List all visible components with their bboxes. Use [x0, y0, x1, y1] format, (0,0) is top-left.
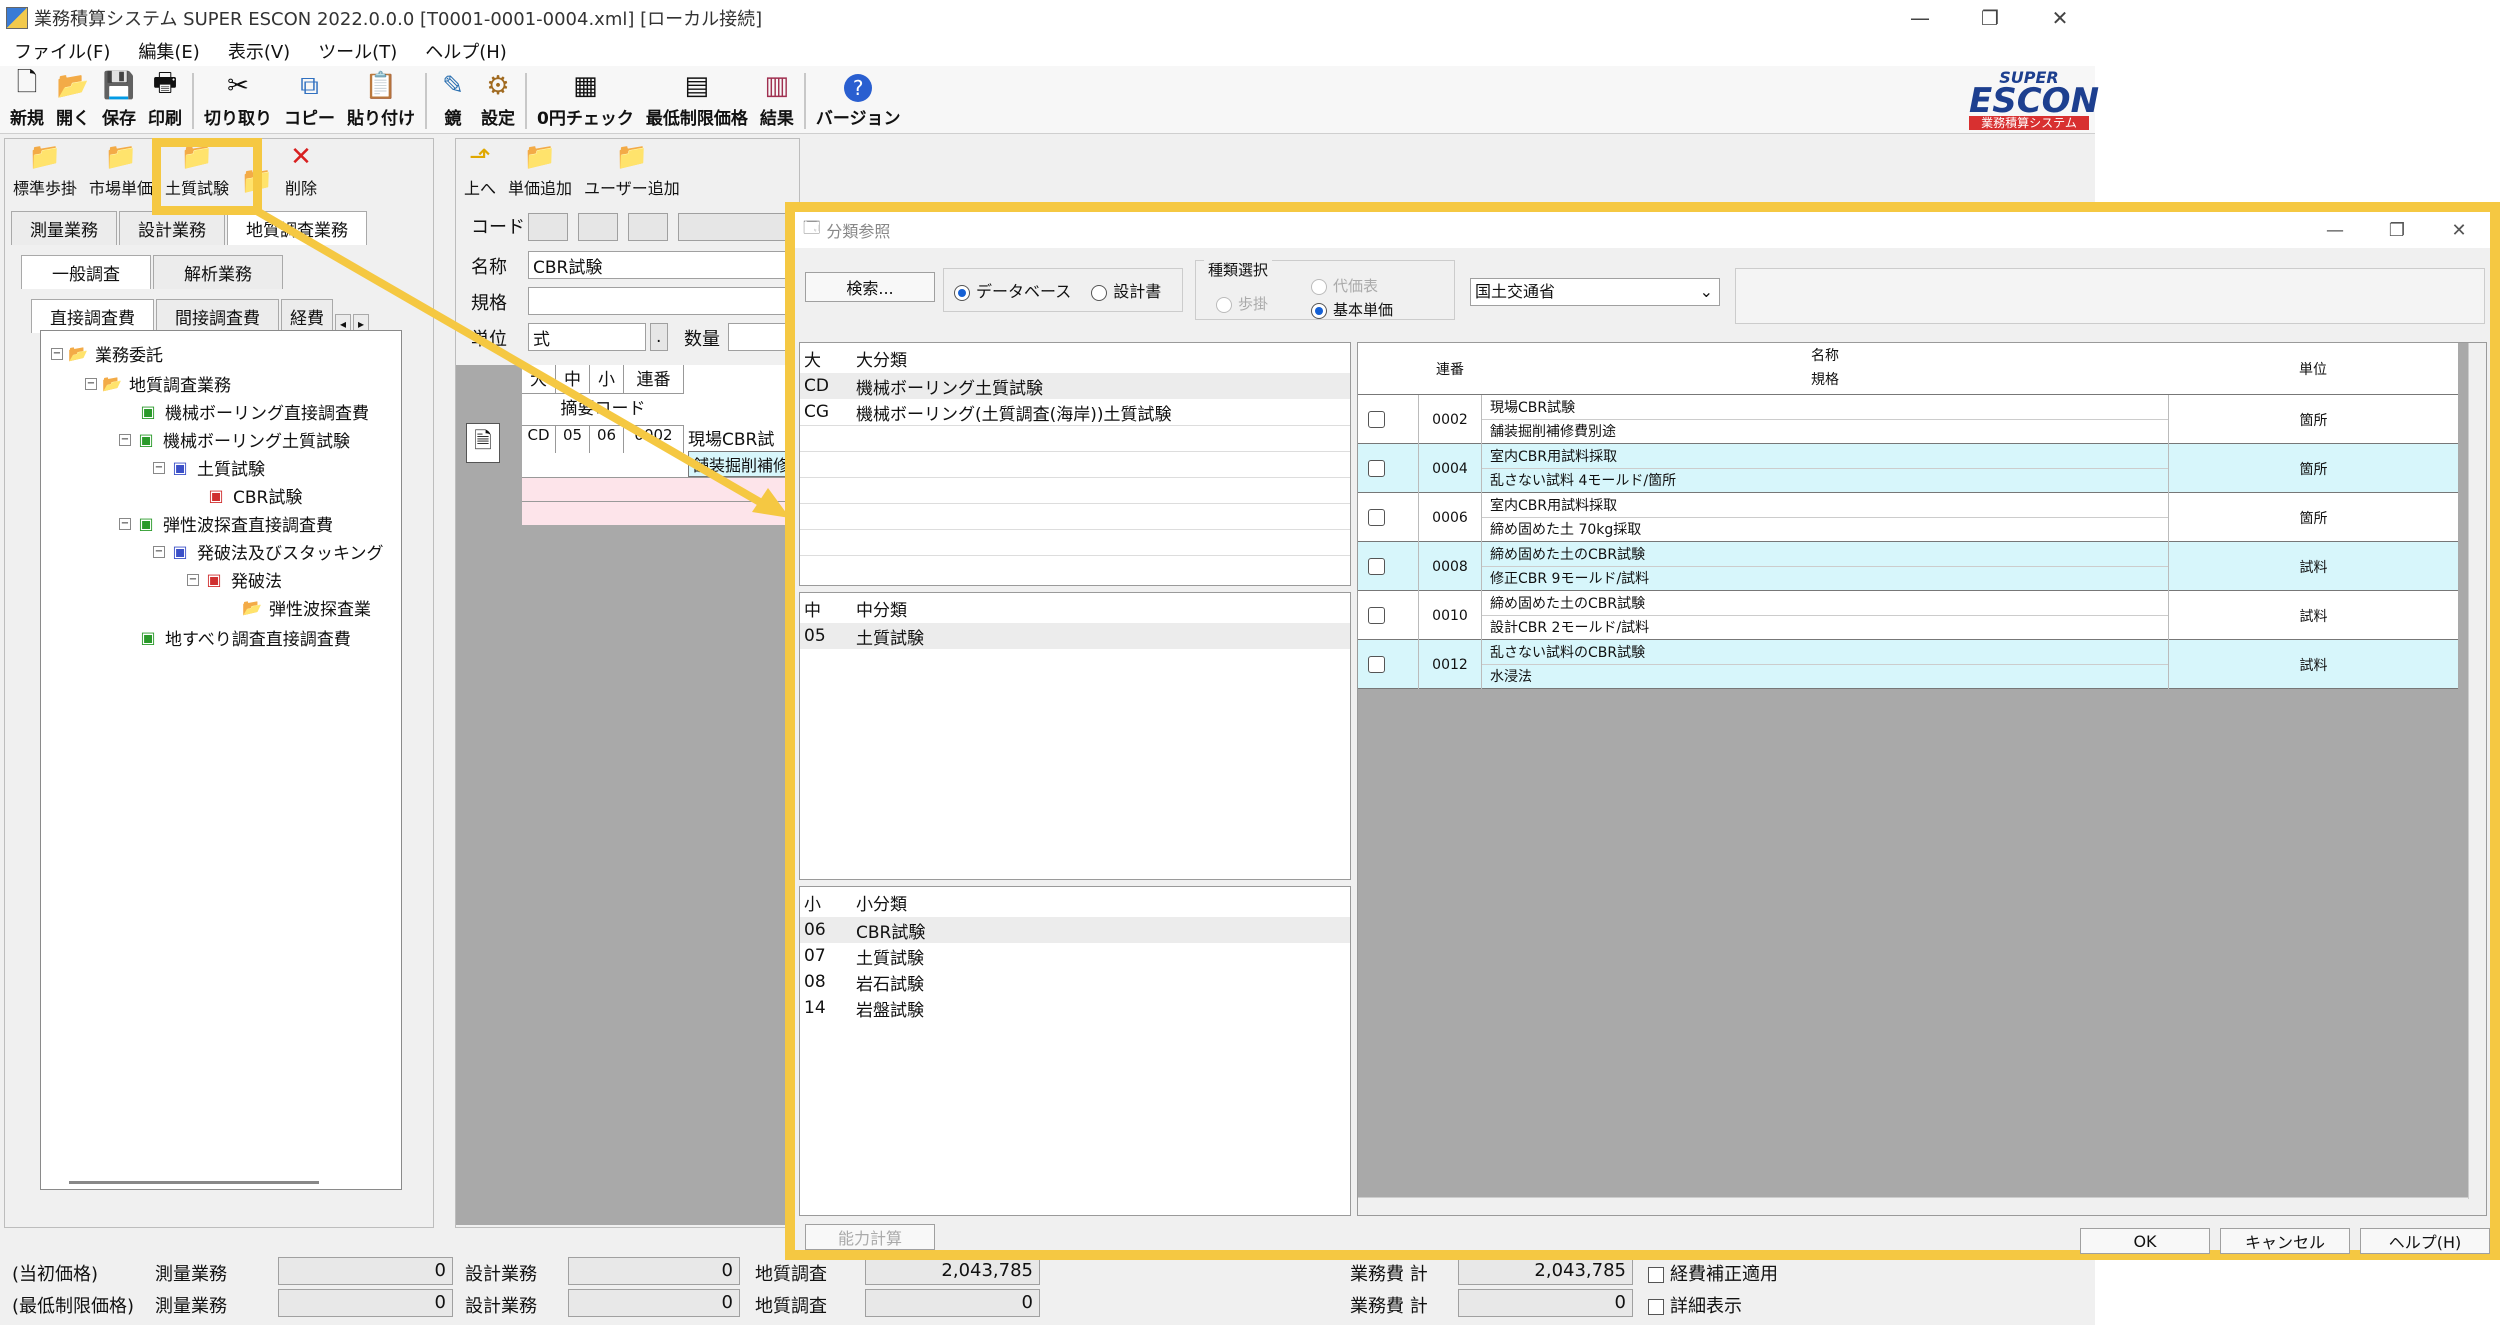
minor-category-list: 小小分類 06 CBR試験 07 土質試験 08 岩石試験 14 岩盤試験 [799, 886, 1351, 1216]
major-category-list: 大大分類 CD 機械ボーリング土質試験 CG 機械ボーリング(土質調査(海岸))土質… [799, 342, 1351, 586]
list-item[interactable]: 14 岩盤試験 [800, 995, 1350, 1021]
table-row[interactable]: 0012 乱さない試料のCBR試験 水浸法 試料 [1358, 640, 2458, 689]
middle-category-list: 中中分類 05 土質試験 [799, 592, 1351, 880]
table-row[interactable]: 0006 室内CBR用試料採取 締め固めた土 70kg採取 箇所 [1358, 493, 2458, 542]
dialog-title-bar: 🗔 分類参照 — ❐ ✕ [795, 212, 2490, 248]
dialog-minimize-button[interactable]: — [2304, 212, 2366, 248]
category-reference-dialog: 🗔 分類参照 — ❐ ✕ 検索... データベース 設計書 種類選択 歩掛 代価… [785, 202, 2500, 1260]
list-header: 中中分類 [804, 600, 907, 621]
dialog-icon: 🗔 [803, 217, 821, 237]
row-checkbox[interactable] [1368, 607, 1385, 624]
item-grid-header: 連番 名称 規格 単位 [1358, 343, 2458, 395]
list-item[interactable]: CD 機械ボーリング土質試験 [800, 373, 1350, 399]
radio-database[interactable]: データベース [954, 278, 1071, 302]
list-item[interactable]: 05 土質試験 [800, 623, 1350, 649]
dialog-close-button[interactable]: ✕ [2428, 212, 2490, 248]
row-checkbox[interactable] [1368, 656, 1385, 673]
radio-kihon[interactable]: 基本単価 [1311, 299, 1393, 320]
list-item[interactable]: 08 岩石試験 [800, 969, 1350, 995]
agency-select[interactable]: 国土交通省 ⌄ [1470, 278, 1720, 306]
row-checkbox[interactable] [1368, 460, 1385, 477]
dialog-maximize-button[interactable]: ❐ [2366, 212, 2428, 248]
capacity-calc-button[interactable]: 能力計算 [805, 1224, 935, 1250]
radio-ayagake[interactable]: 歩掛 [1216, 293, 1268, 314]
ok-button[interactable]: OK [2080, 1228, 2210, 1254]
info-panel [1735, 268, 2485, 324]
item-grid: 連番 名称 規格 単位 0002 現場CBR試験 舗装掘削補修費別途 箇所 00… [1357, 342, 2487, 1216]
help-button[interactable]: ヘルプ(H) [2360, 1228, 2490, 1254]
dialog-title: 分類参照 [826, 222, 891, 241]
chevron-down-icon: ⌄ [1699, 282, 1713, 301]
cancel-button[interactable]: キャンセル [2220, 1228, 2350, 1254]
list-item[interactable]: 06 CBR試験 [800, 917, 1350, 943]
table-row[interactable]: 0008 締め固めた土のCBR試験 修正CBR 9モールド/試料 試料 [1358, 542, 2458, 591]
row-checkbox[interactable] [1368, 558, 1385, 575]
table-row[interactable]: 0010 締め固めた土のCBR試験 設計CBR 2モールド/試料 試料 [1358, 591, 2458, 640]
list-header: 大大分類 [804, 350, 907, 371]
table-row[interactable]: 0002 現場CBR試験 舗装掘削補修費別途 箇所 [1358, 395, 2458, 444]
table-row[interactable]: 0004 室内CBR用試料採取 乱さない試料 4モールド/箇所 箇所 [1358, 444, 2458, 493]
row-checkbox[interactable] [1368, 411, 1385, 428]
radio-daihyo[interactable]: 代価表 [1311, 275, 1378, 296]
source-radio-group: データベース 設計書 [943, 268, 1183, 312]
kind-select-group: 種類選択 歩掛 代価表 基本単価 [1195, 259, 1455, 320]
list-item[interactable]: CG 機械ボーリング(土質調査(海岸))土質試験 [800, 399, 1350, 425]
search-button[interactable]: 検索... [805, 272, 935, 302]
horizontal-scrollbar[interactable] [1358, 1197, 2486, 1215]
list-header: 小小分類 [804, 894, 907, 915]
vertical-scrollbar[interactable] [2468, 343, 2486, 1199]
list-item[interactable]: 07 土質試験 [800, 943, 1350, 969]
row-checkbox[interactable] [1368, 509, 1385, 526]
radio-design-doc[interactable]: 設計書 [1091, 278, 1161, 302]
